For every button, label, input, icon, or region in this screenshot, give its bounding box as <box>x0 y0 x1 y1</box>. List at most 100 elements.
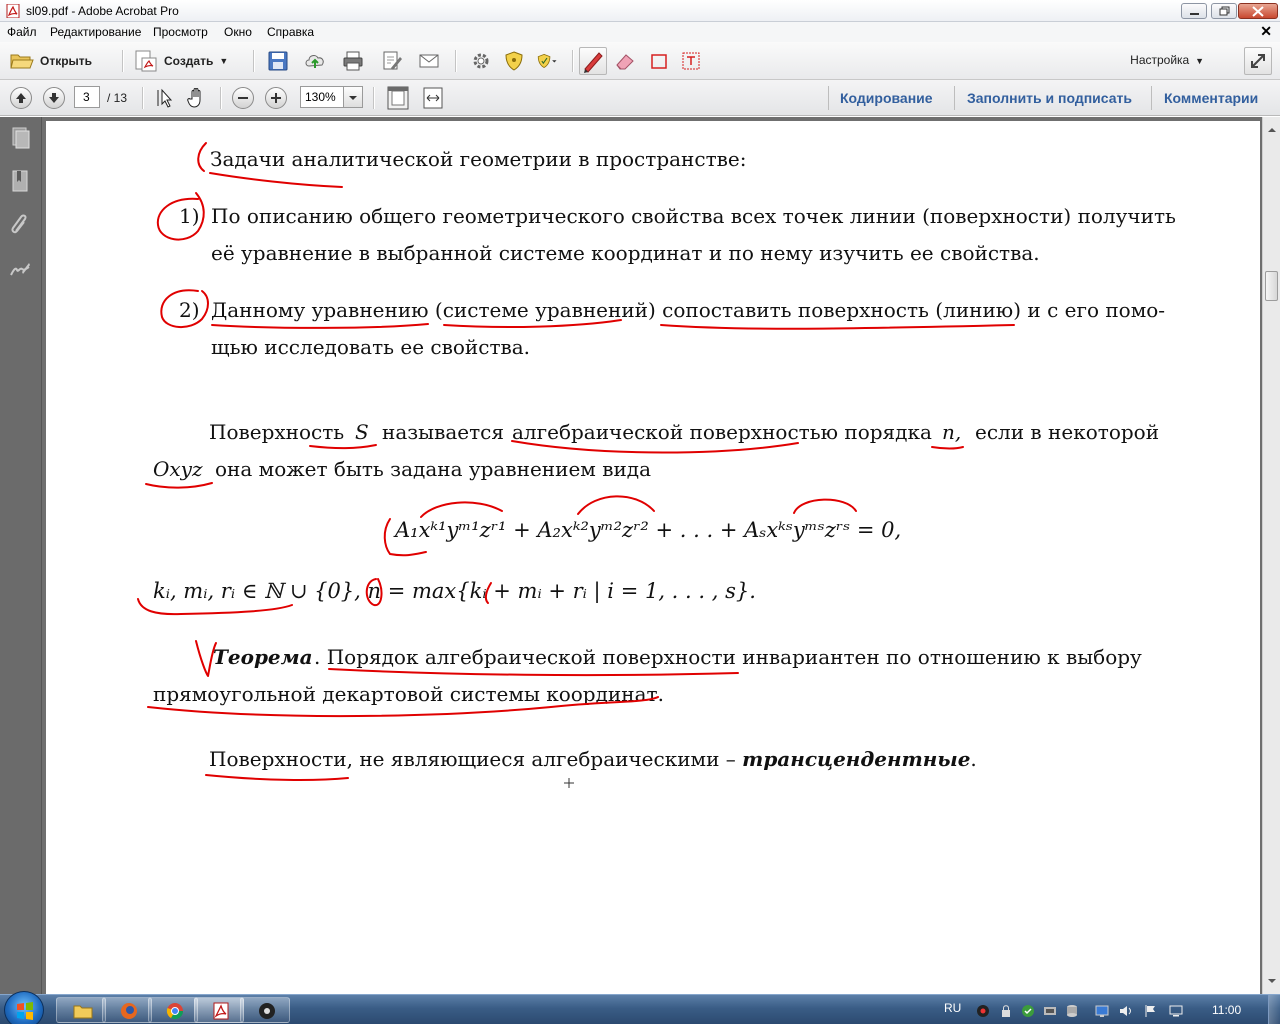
firefox-icon <box>121 1003 137 1019</box>
arrow-down-icon <box>49 93 59 103</box>
minimize-button[interactable] <box>1181 3 1207 19</box>
toolbar-divider <box>373 87 374 109</box>
list-item-2-line-2: щью исследовать ее свойства. <box>211 335 531 359</box>
open-button[interactable]: Открыть <box>10 48 92 74</box>
scrollbar-thumb[interactable] <box>1265 271 1278 301</box>
zoom-in-button[interactable] <box>265 87 287 109</box>
tab-comments[interactable]: Комментарии <box>1164 90 1258 106</box>
select-cursor-icon[interactable] <box>154 87 176 109</box>
menu-view[interactable]: Просмотр <box>153 25 208 39</box>
fit-page-icon[interactable] <box>386 86 410 110</box>
next-page-button[interactable] <box>43 87 65 109</box>
page-number-input[interactable]: 3 <box>74 86 100 108</box>
zoom-out-button[interactable] <box>232 87 254 109</box>
screen-recorder-tray-icon[interactable] <box>976 1004 990 1018</box>
signature-icon[interactable] <box>8 257 32 281</box>
window-title: sl09.pdf - Adobe Acrobat Pro <box>26 4 179 18</box>
ink-underline-surface <box>660 324 1015 330</box>
print-icon[interactable] <box>342 50 364 72</box>
edit-document-icon[interactable] <box>381 50 403 72</box>
acrobat-taskbar-icon <box>213 1002 229 1020</box>
monitor-tray-icon[interactable] <box>1095 1004 1109 1018</box>
ink-arc-1 <box>420 501 503 518</box>
definition-word-if: если в некоторой <box>975 420 1160 444</box>
toolbar-divider <box>253 50 254 72</box>
hand-tool-icon[interactable] <box>186 87 208 109</box>
open-label: Открыть <box>40 54 93 68</box>
taskbar-acrobat[interactable] <box>194 997 244 1023</box>
bookmark-icon[interactable] <box>8 169 32 193</box>
volume-icon[interactable] <box>1119 1004 1133 1018</box>
ink-underline-equation <box>211 323 429 329</box>
attachment-icon[interactable] <box>8 213 32 237</box>
system-clock[interactable]: 11:00 <box>1212 1003 1241 1017</box>
sign-shield-icon[interactable] <box>536 50 558 72</box>
tab-divider <box>828 86 829 110</box>
scroll-down-icon[interactable] <box>1267 976 1277 986</box>
taskbar-recorder[interactable] <box>240 997 290 1023</box>
minus-icon <box>238 97 248 99</box>
dropdown-arrow-icon: ▼ <box>219 56 229 66</box>
definition-word-surface: Поверхность <box>209 420 345 444</box>
transcendental-term: трансцендентные <box>742 747 971 771</box>
dropdown-arrow-icon: ▼ <box>1192 56 1204 66</box>
tab-coding[interactable]: Кодирование <box>840 90 933 106</box>
transcendental-text: Поверхности, не являющиеся алгебраически… <box>209 747 736 771</box>
ink-arc-2 <box>577 495 655 515</box>
email-icon[interactable] <box>418 50 440 72</box>
scroll-up-icon[interactable] <box>1267 125 1277 135</box>
save-icon[interactable] <box>267 50 289 72</box>
create-button[interactable]: Создать ▼ <box>134 48 228 74</box>
definition-line-2: она может быть задана уравнением вида <box>215 457 652 481</box>
list-number-2: 2) <box>179 298 200 322</box>
theorem-title: Теорема <box>213 645 313 669</box>
flag-tray-icon[interactable] <box>1144 1004 1158 1018</box>
lock-tray-icon[interactable] <box>999 1004 1013 1018</box>
menu-file[interactable]: Файл <box>7 25 37 39</box>
close-window-button[interactable] <box>1238 3 1278 19</box>
menu-help[interactable]: Справка <box>267 25 314 39</box>
tab-fill-sign[interactable]: Заполнить и подписать <box>967 90 1132 106</box>
close-document-icon[interactable]: ✕ <box>1260 23 1272 40</box>
windows-logo-icon <box>17 1002 33 1020</box>
zoom-level-input[interactable]: 130% <box>300 86 344 108</box>
ink-underline-s <box>309 444 377 450</box>
vertical-scrollbar[interactable] <box>1262 117 1280 994</box>
show-desktop-button[interactable] <box>1268 995 1280 1024</box>
customize-menu[interactable]: Настройка ▼ <box>1130 53 1204 67</box>
fit-width-icon[interactable] <box>421 86 445 110</box>
network-tray-icon[interactable] <box>1043 1004 1057 1018</box>
zoom-dropdown-button[interactable] <box>343 86 363 108</box>
security-shield-icon[interactable] <box>503 50 525 72</box>
page-thumbnails-icon[interactable] <box>8 125 32 149</box>
previous-page-button[interactable] <box>10 87 32 109</box>
taskbar-firefox[interactable] <box>102 997 152 1023</box>
ink-bracket-heading <box>197 142 207 172</box>
definition-word-called: называется <box>382 420 504 444</box>
menu-bar: Файл Редактирование Просмотр Окно Справк… <box>0 22 1280 42</box>
expand-view-button[interactable] <box>1244 47 1272 75</box>
rectangle-icon[interactable] <box>648 50 670 72</box>
taskbar-chrome[interactable] <box>148 997 198 1023</box>
definition-symbol-n: n, <box>942 420 962 444</box>
eraser-icon[interactable] <box>614 50 636 72</box>
transcendental-period: . <box>970 747 977 771</box>
cloud-upload-icon[interactable] <box>304 50 326 72</box>
start-button[interactable] <box>4 991 44 1024</box>
list-item-1-line-1: По описанию общего геометрического свойс… <box>211 204 1176 228</box>
menu-window[interactable]: Окно <box>224 25 252 39</box>
text-box-icon[interactable] <box>680 50 702 72</box>
ink-underline-oxyz <box>145 482 213 489</box>
pencil-icon <box>584 52 603 73</box>
security-tray-icon[interactable] <box>1021 1004 1035 1018</box>
pencil-tool-button[interactable] <box>579 47 607 75</box>
menu-edit[interactable]: Редактирование <box>50 25 141 39</box>
database-tray-icon[interactable] <box>1065 1004 1079 1018</box>
taskbar-explorer[interactable] <box>56 997 106 1023</box>
gear-icon[interactable] <box>470 50 492 72</box>
restore-button[interactable] <box>1211 3 1237 19</box>
language-indicator[interactable]: RU <box>944 1001 961 1015</box>
minimize-icon <box>1190 13 1199 15</box>
display-tray-icon[interactable] <box>1169 1004 1183 1018</box>
crosshair-cursor-icon <box>564 778 574 788</box>
